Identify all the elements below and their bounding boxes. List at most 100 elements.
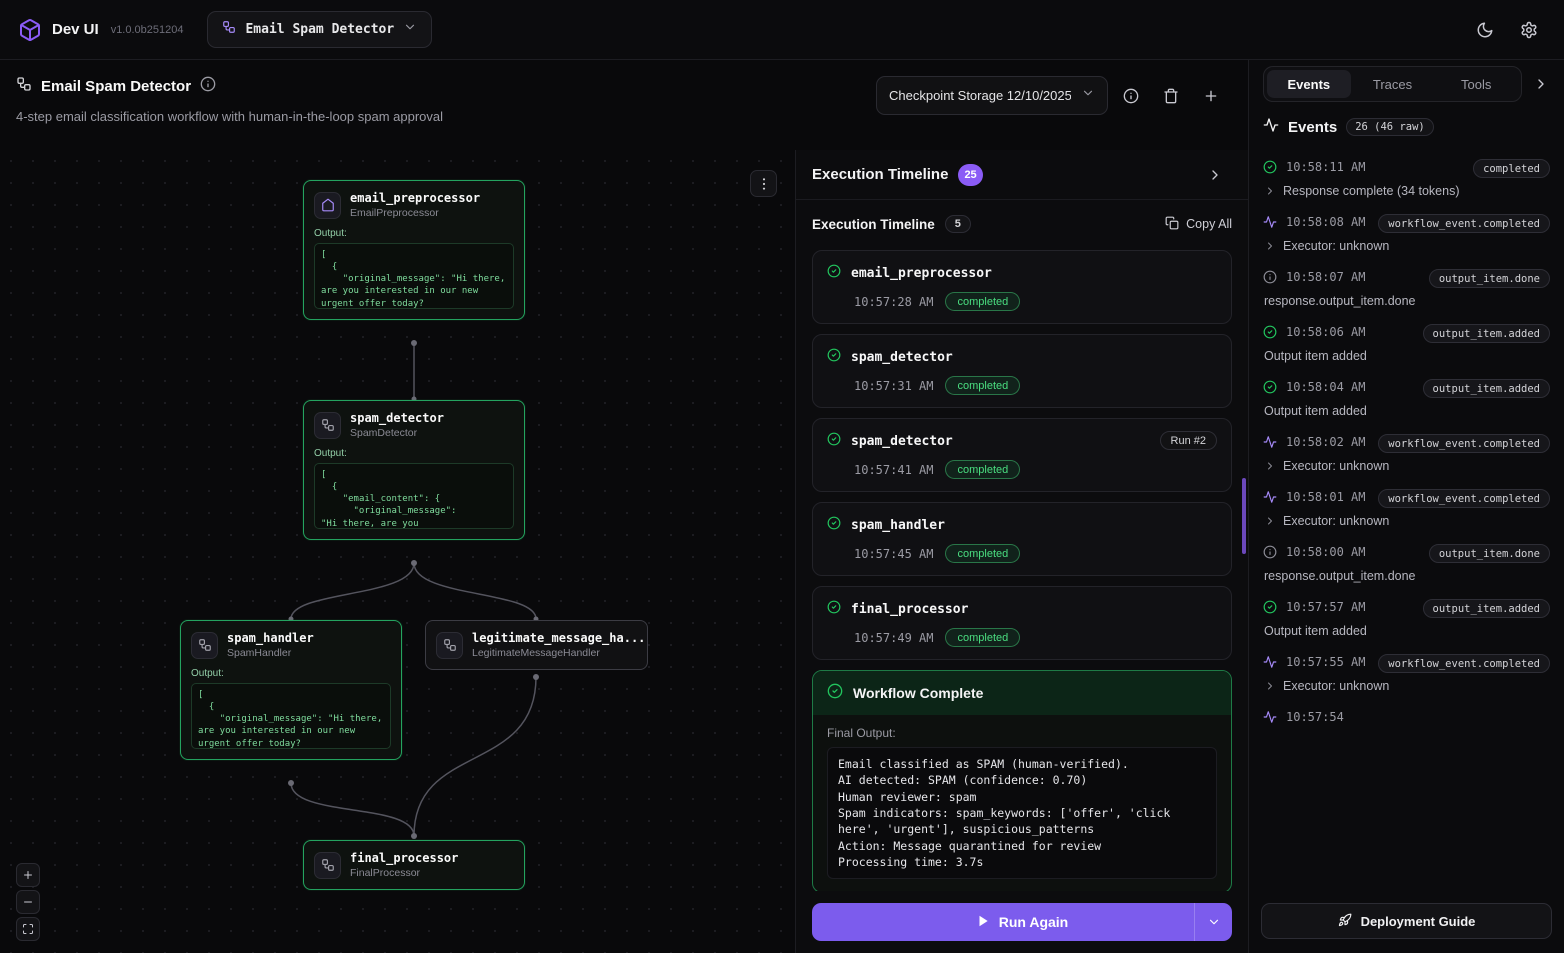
node-output: [ { "original_message": "Hi there, are y… [191,683,391,749]
event-time: 10:58:11 AM [1286,159,1365,175]
event-item[interactable]: 10:58:11 AM completed Response complete … [1263,152,1550,207]
theme-toggle-button[interactable] [1468,13,1502,47]
top-bar: Dev UI v1.0.0b251204 Email Spam Detector [0,0,1564,60]
chevron-right-icon[interactable] [1264,240,1276,252]
activity-icon [1263,490,1278,509]
chevron-right-icon[interactable] [1264,460,1276,472]
chevron-down-icon [403,20,417,39]
timeline-item[interactable]: spam_detector 10:57:31 AM completed [812,334,1232,408]
run-again-button[interactable]: Run Again [812,903,1232,941]
timeline-item[interactable]: final_processor 10:57:49 AM completed [812,586,1232,660]
workflow-complete-card: Workflow Complete Final Output: Email cl… [812,670,1232,891]
zoom-in-button[interactable] [16,863,40,887]
execution-timeline-panel: Execution Timeline 25 Execution Timeline… [795,150,1248,953]
node-legitimate-message-handler[interactable]: legitimate_message_ha... LegitimateMessa… [425,620,648,670]
node-output: [ { "original_message": "Hi there, are y… [314,243,514,309]
timeline-section-badge: 5 [945,215,971,233]
activity-icon [1263,710,1278,729]
workflow-complete-title: Workflow Complete [853,685,983,701]
node-email-preprocessor[interactable]: email_preprocessor EmailPreprocessor Out… [303,180,525,320]
timeline-item-time: 10:57:31 AM [854,379,933,393]
node-title: email_preprocessor [350,191,480,205]
run-options-toggle[interactable] [1194,903,1232,941]
activity-icon [1263,435,1278,454]
check-circle-icon [827,600,842,619]
node-title: spam_detector [350,411,444,425]
collapse-timeline-button[interactable] [1198,158,1232,192]
home-icon [314,192,341,219]
new-checkpoint-button[interactable] [1194,79,1228,113]
node-title: spam_handler [227,631,314,645]
checkpoint-selector-label: Checkpoint Storage 12/10/2025, 10:5 [889,88,1071,103]
timeline-item[interactable]: spam_detector 10:57:41 AM completed Run … [812,418,1232,492]
node-final-processor[interactable]: final_processor FinalProcessor [303,840,525,890]
final-output-label: Final Output: [827,726,1217,740]
info-icon[interactable] [200,76,216,97]
zoom-out-button[interactable] [16,890,40,914]
tab-tools[interactable]: Tools [1434,70,1518,98]
chevron-right-icon[interactable] [1264,185,1276,197]
workflow-selector[interactable]: Email Spam Detector [207,11,432,48]
copy-all-button[interactable]: Copy All [1165,216,1232,233]
copy-all-label: Copy All [1186,217,1232,231]
event-time: 10:58:01 AM [1286,489,1365,505]
timeline-item[interactable]: spam_handler 10:57:45 AM completed [812,502,1232,576]
event-item[interactable]: 10:57:57 AM output_item.added Output ite… [1263,592,1550,647]
page-subtitle: 4-step email classification workflow wit… [16,109,876,124]
event-item[interactable]: 10:58:04 AM output_item.added Output ite… [1263,372,1550,427]
node-subtitle: SpamDetector [350,427,444,439]
tab-events[interactable]: Events [1267,70,1351,98]
event-item[interactable]: 10:57:54 [1263,702,1550,738]
tab-traces[interactable]: Traces [1351,70,1435,98]
event-detail: Output item added [1264,624,1367,638]
check-circle-icon [827,264,842,283]
node-subtitle: EmailPreprocessor [350,207,480,219]
event-item[interactable]: 10:58:01 AM workflow_event.completed Exe… [1263,482,1550,537]
event-detail: Executor: unknown [1283,459,1389,473]
workflow-icon [314,852,341,879]
settings-button[interactable] [1512,13,1546,47]
rocket-icon [1338,913,1352,930]
node-spam-detector[interactable]: spam_detector SpamDetector Output: [ { "… [303,400,525,540]
status-badge: completed [945,460,1020,479]
plus-icon [22,869,34,881]
event-type-badge: output_item.added [1423,379,1550,398]
checkpoint-info-button[interactable] [1114,79,1148,113]
run-number-badge: Run #2 [1160,431,1217,450]
event-item[interactable]: 10:58:06 AM output_item.added Output ite… [1263,317,1550,372]
event-type-badge: completed [1473,159,1550,178]
run-again-label: Run Again [999,914,1068,930]
events-title: Events [1288,119,1337,136]
deployment-guide-button[interactable]: Deployment Guide [1261,903,1552,939]
collapse-panel-button[interactable] [1528,67,1554,101]
event-item[interactable]: 10:58:08 AM workflow_event.completed Exe… [1263,207,1550,262]
fit-view-button[interactable] [16,917,40,941]
workflow-canvas[interactable]: email_preprocessor EmailPreprocessor Out… [0,150,795,953]
event-item[interactable]: 10:58:07 AM output_item.done response.ou… [1263,262,1550,317]
checkpoint-selector[interactable]: Checkpoint Storage 12/10/2025, 10:5 [876,76,1108,115]
chevron-right-icon[interactable] [1264,680,1276,692]
chevron-right-icon[interactable] [1264,515,1276,527]
delete-checkpoint-button[interactable] [1154,79,1188,113]
app-name: Dev UI [52,21,99,38]
canvas-menu-button[interactable] [750,170,777,197]
gear-icon [1520,21,1538,39]
fit-screen-icon [22,923,34,935]
scrollbar-thumb[interactable] [1242,478,1246,554]
event-detail: Output item added [1264,349,1367,363]
node-spam-handler[interactable]: spam_handler SpamHandler Output: [ { "or… [180,620,402,760]
status-badge: completed [945,544,1020,563]
timeline-item[interactable]: email_preprocessor 10:57:28 AM completed [812,250,1232,324]
check-circle-icon [827,683,843,704]
page-header: Email Spam Detector 4-step email classif… [0,60,1248,150]
event-time: 10:58:00 AM [1286,544,1365,560]
event-item[interactable]: 10:58:02 AM workflow_event.completed Exe… [1263,427,1550,482]
workflow-icon [436,632,463,659]
event-detail: Output item added [1264,404,1367,418]
node-output-label: Output: [314,448,514,459]
plus-icon [1203,88,1219,104]
event-detail: Executor: unknown [1283,679,1389,693]
event-item[interactable]: 10:58:00 AM output_item.done response.ou… [1263,537,1550,592]
event-item[interactable]: 10:57:55 AM workflow_event.completed Exe… [1263,647,1550,702]
timeline-item-time: 10:57:28 AM [854,295,933,309]
